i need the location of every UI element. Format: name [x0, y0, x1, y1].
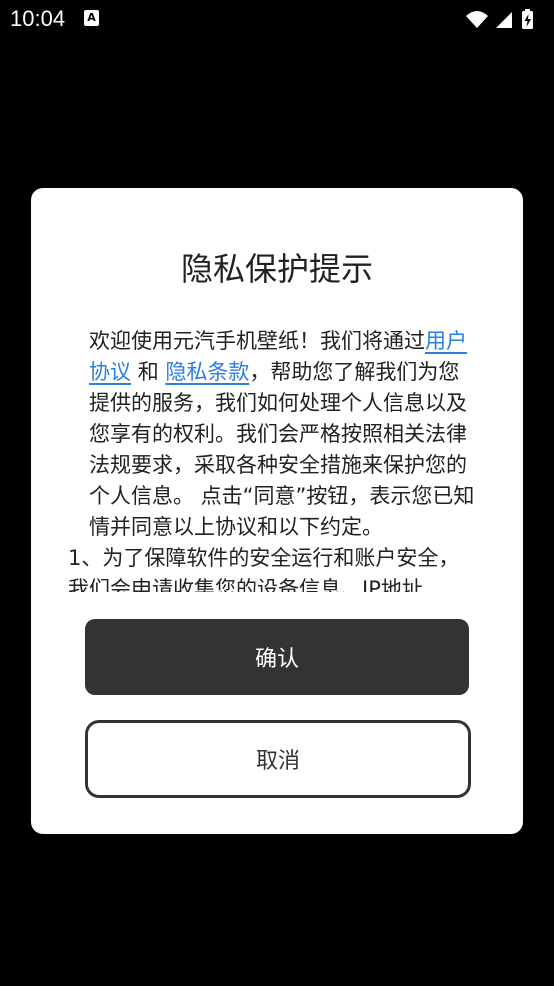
status-icons-svg	[466, 9, 533, 29]
screen: 10:04 A 隐私保护提示 欢迎使用元汽手机壁纸！我们将通过用户协议 和 隐私…	[0, 0, 554, 986]
intro-suffix: ，帮助您了解我们为您提供的服务，我们如何处理个人信息以及您享有的权利。我们会严格…	[89, 360, 475, 539]
confirm-button[interactable]: 确认	[85, 619, 469, 695]
cancel-button-label: 取消	[255, 749, 300, 774]
privacy-terms-link[interactable]: 隐私条款	[165, 360, 249, 384]
font-a-icon: A	[84, 10, 99, 26]
intro-paragraph: 欢迎使用元汽手机壁纸！我们将通过用户协议 和 隐私条款，帮助您了解我们为您提供的…	[68, 326, 478, 543]
wifi-icon	[466, 11, 488, 28]
status-icons	[464, 8, 544, 32]
signal-icon	[496, 12, 512, 28]
battery-charging-icon	[522, 9, 533, 29]
dialog-title: 隐私保护提示	[180, 250, 373, 288]
clause-1: 1、为了保障软件的安全运行和账户安全，我们会申请收集您的设备信息、IP地址	[68, 546, 460, 592]
confirm-button-label: 确认	[254, 647, 299, 672]
font-a-glyph: A	[87, 11, 96, 24]
intro-prefix: 欢迎使用元汽手机壁纸！我们将通过	[89, 329, 425, 353]
conjunction: 和	[137, 360, 159, 384]
status-time: 10:04	[10, 6, 66, 31]
dialog-body: 欢迎使用元汽手机壁纸！我们将通过用户协议 和 隐私条款，帮助您了解我们为您提供的…	[68, 326, 478, 592]
status-bar: 10:04 A	[0, 0, 554, 40]
cancel-button[interactable]: 取消	[85, 720, 471, 798]
